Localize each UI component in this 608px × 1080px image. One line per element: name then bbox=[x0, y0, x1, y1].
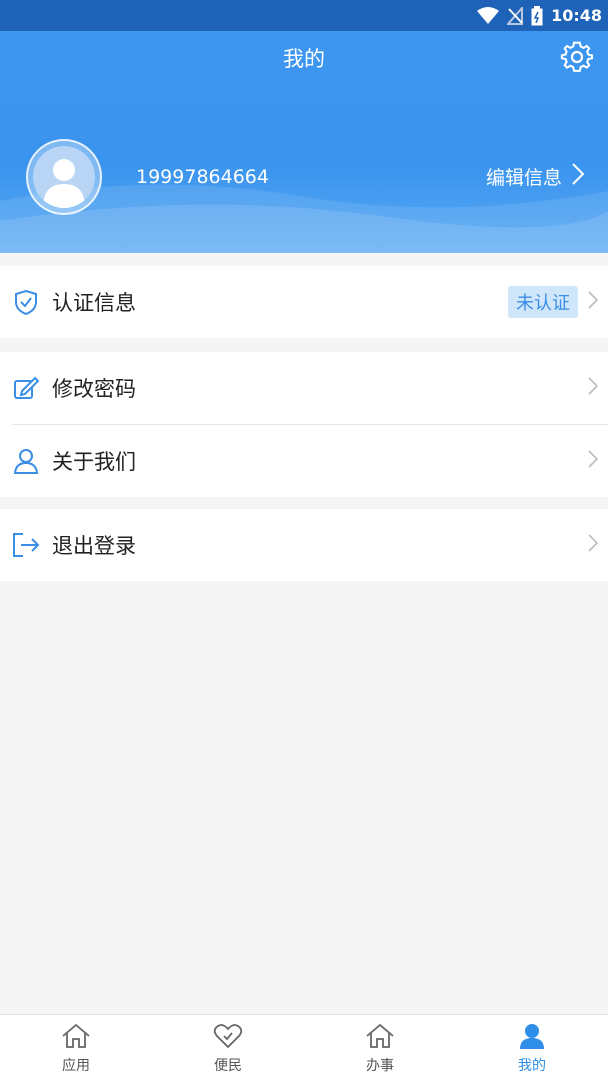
tab-mine[interactable]: 我的 bbox=[456, 1015, 608, 1080]
user-silhouette-icon bbox=[43, 159, 85, 208]
status-bar: 10:48 bbox=[0, 0, 608, 31]
chevron-right-icon bbox=[588, 450, 599, 472]
logout-label: 退出登录 bbox=[52, 534, 136, 558]
cert-status-badge: 未认证 bbox=[508, 286, 578, 318]
heart-icon bbox=[213, 1023, 243, 1053]
bottom-tab-bar: 应用 便民 办事 我的 bbox=[0, 1014, 608, 1080]
edit-icon bbox=[12, 374, 40, 402]
tab-apps-label: 应用 bbox=[62, 1058, 90, 1074]
chevron-right-icon bbox=[572, 163, 585, 190]
profile-header: 我的 19997864664 编辑信息 bbox=[0, 31, 608, 253]
edit-info-label: 编辑信息 bbox=[485, 167, 562, 189]
chevron-right-icon bbox=[588, 291, 599, 313]
change-password-label: 修改密码 bbox=[52, 377, 136, 401]
chevron-right-icon bbox=[588, 534, 599, 556]
tab-services-label: 办事 bbox=[366, 1058, 394, 1074]
page-title: 我的 bbox=[283, 47, 325, 71]
gear-icon[interactable] bbox=[560, 40, 594, 74]
shield-check-icon bbox=[12, 288, 40, 316]
cert-info-row[interactable]: 认证信息 未认证 bbox=[0, 266, 608, 338]
logout-group: 退出登录 bbox=[0, 509, 608, 581]
user-phone: 19997864664 bbox=[136, 166, 269, 188]
tab-convenience-label: 便民 bbox=[214, 1058, 242, 1074]
home-icon bbox=[61, 1023, 91, 1053]
tab-mine-label: 我的 bbox=[518, 1058, 546, 1074]
cert-group: 认证信息 未认证 bbox=[0, 266, 608, 338]
edit-info-button[interactable]: 编辑信息 bbox=[485, 163, 585, 190]
status-time: 10:48 bbox=[551, 6, 602, 25]
cert-info-label: 认证信息 bbox=[52, 291, 136, 315]
chevron-right-icon bbox=[588, 377, 599, 399]
settings-group: 修改密码 关于我们 bbox=[0, 352, 608, 497]
logout-row[interactable]: 退出登录 bbox=[0, 509, 608, 581]
person-icon bbox=[517, 1023, 547, 1053]
no-signal-icon bbox=[507, 6, 524, 25]
tab-convenience[interactable]: 便民 bbox=[152, 1015, 304, 1080]
about-us-label: 关于我们 bbox=[52, 450, 136, 474]
logout-icon bbox=[12, 531, 40, 559]
about-us-row[interactable]: 关于我们 bbox=[0, 425, 608, 497]
wifi-icon bbox=[477, 6, 500, 25]
avatar[interactable] bbox=[26, 139, 102, 215]
tab-services[interactable]: 办事 bbox=[304, 1015, 456, 1080]
battery-icon bbox=[531, 5, 543, 26]
home-icon bbox=[365, 1023, 395, 1053]
change-password-row[interactable]: 修改密码 bbox=[0, 352, 608, 424]
person-outline-icon bbox=[12, 447, 40, 475]
tab-apps[interactable]: 应用 bbox=[0, 1015, 152, 1080]
